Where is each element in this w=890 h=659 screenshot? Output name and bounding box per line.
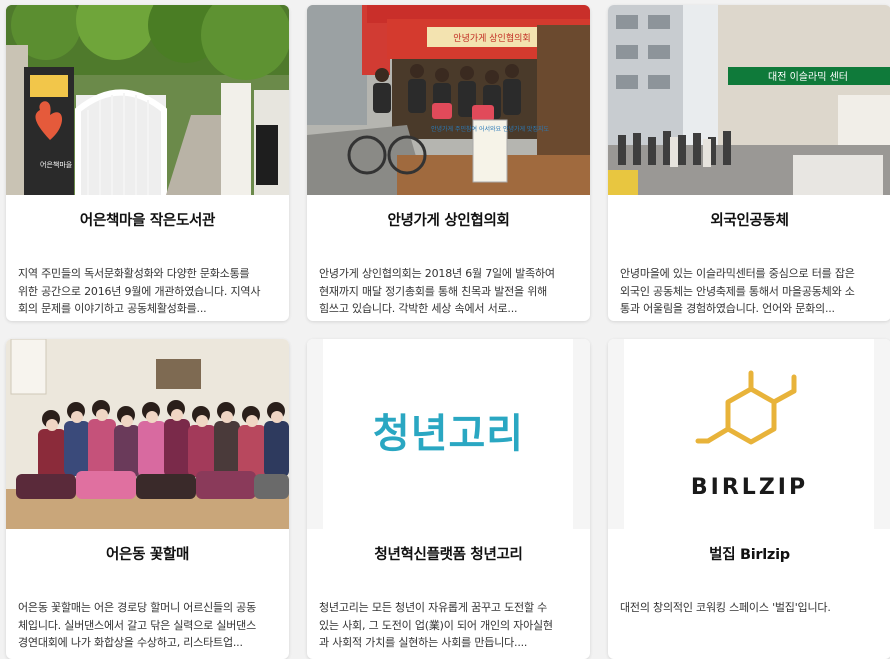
shop-banner: 안녕가게 상인협의회 xyxy=(453,32,530,44)
card-description: 안녕마을에 있는 이슬라믹센터를 중심으로 터를 잡은 외국인 공동체는 안녕축… xyxy=(620,267,855,315)
birlzip-logo-image: BIRLZIP xyxy=(608,339,890,529)
card-title: 어은동 꽃할매 xyxy=(106,547,189,563)
card-title: 외국인공동체 xyxy=(710,213,789,229)
center-sign: 대전 이슬라믹 센터 xyxy=(768,71,848,83)
hexagon-icon xyxy=(695,370,797,445)
card-foreigners[interactable]: 대전 이슬라믹 센터 외국인공동체 안녕마을에 있는 이슬라믹센터를 중심으로 … xyxy=(608,5,890,321)
card-library[interactable]: 어은책마을 어은책마을 작은도서관 지역 주민들의 독서문화활성화와 다양한 문… xyxy=(6,5,289,321)
card-title: 벌집 Birlzip xyxy=(709,547,790,563)
cheongnyeon-logo: 청년고리 xyxy=(372,411,525,457)
card-title: 어은책마을 작은도서관 xyxy=(79,213,216,229)
cheongnyeon-logo-image: 청년고리 xyxy=(307,339,590,529)
foreigners-photo: 대전 이슬라믹 센터 xyxy=(608,5,890,195)
card-grandmothers[interactable]: 어은동 꽃할매 어은동 꽃할매는 어은 경로당 할머니 어르신들의 공동 체입니… xyxy=(6,339,289,659)
card-title: 청년혁신플랫폼 청년고리 xyxy=(374,547,523,563)
shop-board: 안녕가게 주민참여 어서와요 안녕가게 맛집지도 xyxy=(431,125,550,133)
library-sign: 어은책마을 xyxy=(40,160,73,169)
card-description: 청년고리는 모든 청년이 자유롭게 꿈꾸고 도전할 수 있는 사회, 그 도전이… xyxy=(319,601,553,649)
card-birlzip[interactable]: BIRLZIP 벌집 Birlzip 대전의 창의적인 코워킹 스페이스 '벌집… xyxy=(608,339,890,659)
card-description: 대전의 창의적인 코워킹 스페이스 '벌집'입니다. xyxy=(620,601,831,614)
merchants-photo: 안녕가게 상인협의회 안녕가게 주민참여 어서와요 안녕가게 맛집지도 xyxy=(307,5,590,195)
card-title: 안녕가게 상인협의회 xyxy=(387,213,510,229)
library-photo: 어은책마을 xyxy=(6,5,289,195)
card-description: 안녕가게 상인협의회는 2018년 6월 7일에 발족하여 현재까지 매달 정기… xyxy=(319,267,555,315)
card-cheongnyeon-gori[interactable]: 청년고리 청년혁신플랫폼 청년고리 청년고리는 모든 청년이 자유롭게 꿈꾸고 … xyxy=(307,339,590,659)
card-description: 지역 주민들의 독서문화활성화와 다양한 문화소통를 위한 공간으로 2016년… xyxy=(18,267,261,315)
card-merchants[interactable]: 안녕가게 상인협의회 안녕가게 주민참여 어서와요 안녕가게 맛집지도 안녕가게… xyxy=(307,5,590,321)
card-description: 어은동 꽃할매는 어은 경로당 할머니 어르신들의 공동 체입니다. 실버댄스에… xyxy=(18,601,257,649)
grandmothers-photo xyxy=(6,339,289,529)
birlzip-logo: BIRLZIP xyxy=(690,475,809,500)
